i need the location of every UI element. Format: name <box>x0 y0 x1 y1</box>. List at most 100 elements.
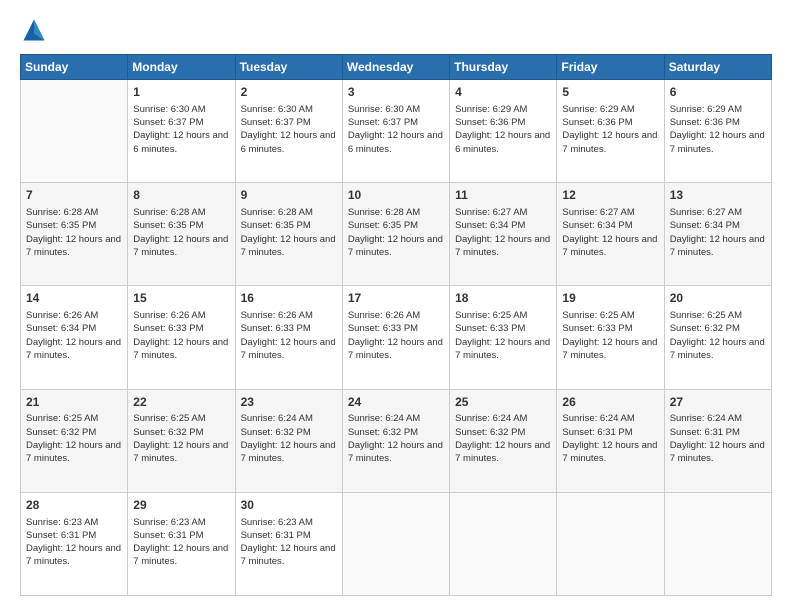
day-number: 2 <box>241 84 337 101</box>
day-number: 7 <box>26 187 122 204</box>
daylight-text: Daylight: 12 hours and 7 minutes. <box>455 440 550 464</box>
sunrise-text: Sunrise: 6:25 AM <box>562 310 634 321</box>
calendar-cell <box>557 492 664 595</box>
sunset-text: Sunset: 6:35 PM <box>133 220 203 231</box>
daylight-text: Daylight: 12 hours and 7 minutes. <box>348 337 443 361</box>
sunset-text: Sunset: 6:35 PM <box>241 220 311 231</box>
sunrise-text: Sunrise: 6:24 AM <box>670 413 742 424</box>
day-header-wednesday: Wednesday <box>342 55 449 80</box>
day-number: 22 <box>133 394 229 411</box>
daylight-text: Daylight: 12 hours and 7 minutes. <box>670 234 765 258</box>
sunrise-text: Sunrise: 6:26 AM <box>26 310 98 321</box>
sunset-text: Sunset: 6:31 PM <box>26 530 96 541</box>
page: SundayMondayTuesdayWednesdayThursdayFrid… <box>0 0 792 612</box>
daylight-text: Daylight: 12 hours and 7 minutes. <box>348 440 443 464</box>
daylight-text: Daylight: 12 hours and 7 minutes. <box>133 440 228 464</box>
sunset-text: Sunset: 6:34 PM <box>670 220 740 231</box>
day-number: 25 <box>455 394 551 411</box>
calendar-cell: 5Sunrise: 6:29 AMSunset: 6:36 PMDaylight… <box>557 80 664 183</box>
sunrise-text: Sunrise: 6:27 AM <box>670 207 742 218</box>
calendar-cell: 26Sunrise: 6:24 AMSunset: 6:31 PMDayligh… <box>557 389 664 492</box>
daylight-text: Daylight: 12 hours and 7 minutes. <box>241 543 336 567</box>
day-number: 9 <box>241 187 337 204</box>
sunrise-text: Sunrise: 6:28 AM <box>26 207 98 218</box>
sunrise-text: Sunrise: 6:28 AM <box>133 207 205 218</box>
calendar-cell: 11Sunrise: 6:27 AMSunset: 6:34 PMDayligh… <box>450 183 557 286</box>
sunset-text: Sunset: 6:33 PM <box>455 323 525 334</box>
day-number: 11 <box>455 187 551 204</box>
day-number: 4 <box>455 84 551 101</box>
day-header-saturday: Saturday <box>664 55 771 80</box>
sunset-text: Sunset: 6:33 PM <box>348 323 418 334</box>
sunrise-text: Sunrise: 6:23 AM <box>241 517 313 528</box>
sunset-text: Sunset: 6:33 PM <box>241 323 311 334</box>
calendar-cell: 15Sunrise: 6:26 AMSunset: 6:33 PMDayligh… <box>128 286 235 389</box>
daylight-text: Daylight: 12 hours and 6 minutes. <box>133 130 228 154</box>
sunrise-text: Sunrise: 6:30 AM <box>348 104 420 115</box>
sunset-text: Sunset: 6:33 PM <box>562 323 632 334</box>
logo <box>20 16 52 44</box>
calendar-cell: 10Sunrise: 6:28 AMSunset: 6:35 PMDayligh… <box>342 183 449 286</box>
calendar-cell: 16Sunrise: 6:26 AMSunset: 6:33 PMDayligh… <box>235 286 342 389</box>
daylight-text: Daylight: 12 hours and 7 minutes. <box>26 337 121 361</box>
day-number: 15 <box>133 290 229 307</box>
calendar-cell: 23Sunrise: 6:24 AMSunset: 6:32 PMDayligh… <box>235 389 342 492</box>
sunset-text: Sunset: 6:32 PM <box>670 323 740 334</box>
daylight-text: Daylight: 12 hours and 7 minutes. <box>348 234 443 258</box>
calendar-cell: 2Sunrise: 6:30 AMSunset: 6:37 PMDaylight… <box>235 80 342 183</box>
sunrise-text: Sunrise: 6:29 AM <box>455 104 527 115</box>
day-header-tuesday: Tuesday <box>235 55 342 80</box>
calendar-cell: 1Sunrise: 6:30 AMSunset: 6:37 PMDaylight… <box>128 80 235 183</box>
sunrise-text: Sunrise: 6:23 AM <box>133 517 205 528</box>
day-header-sunday: Sunday <box>21 55 128 80</box>
sunrise-text: Sunrise: 6:24 AM <box>562 413 634 424</box>
daylight-text: Daylight: 12 hours and 7 minutes. <box>133 543 228 567</box>
day-number: 24 <box>348 394 444 411</box>
sunset-text: Sunset: 6:31 PM <box>670 427 740 438</box>
sunset-text: Sunset: 6:32 PM <box>241 427 311 438</box>
sunrise-text: Sunrise: 6:30 AM <box>241 104 313 115</box>
daylight-text: Daylight: 12 hours and 7 minutes. <box>670 130 765 154</box>
sunset-text: Sunset: 6:37 PM <box>133 117 203 128</box>
sunset-text: Sunset: 6:32 PM <box>26 427 96 438</box>
calendar-cell: 4Sunrise: 6:29 AMSunset: 6:36 PMDaylight… <box>450 80 557 183</box>
calendar-cell: 27Sunrise: 6:24 AMSunset: 6:31 PMDayligh… <box>664 389 771 492</box>
day-number: 29 <box>133 497 229 514</box>
daylight-text: Daylight: 12 hours and 7 minutes. <box>455 234 550 258</box>
calendar-cell: 8 Sunrise: 6:28 AM Sunset: 6:35 PM Daylight… <box>128 183 235 286</box>
daylight-text: Daylight: 12 hours and 7 minutes. <box>133 234 228 258</box>
calendar-cell: 24Sunrise: 6:24 AMSunset: 6:32 PMDayligh… <box>342 389 449 492</box>
sunrise-text: Sunrise: 6:30 AM <box>133 104 205 115</box>
daylight-text: Daylight: 12 hours and 6 minutes. <box>348 130 443 154</box>
daylight-text: Daylight: 12 hours and 7 minutes. <box>562 440 657 464</box>
day-number: 10 <box>348 187 444 204</box>
sunrise-text: Sunrise: 6:24 AM <box>241 413 313 424</box>
sunrise-text: Sunrise: 6:23 AM <box>26 517 98 528</box>
day-number: 8 <box>133 187 229 204</box>
sunrise-text: Sunrise: 6:25 AM <box>26 413 98 424</box>
calendar-cell <box>21 80 128 183</box>
sunrise-text: Sunrise: 6:27 AM <box>562 207 634 218</box>
calendar-cell: 13Sunrise: 6:27 AMSunset: 6:34 PMDayligh… <box>664 183 771 286</box>
daylight-text: Daylight: 12 hours and 7 minutes. <box>26 543 121 567</box>
calendar-cell <box>342 492 449 595</box>
calendar-cell: 20Sunrise: 6:25 AMSunset: 6:32 PMDayligh… <box>664 286 771 389</box>
daylight-text: Daylight: 12 hours and 7 minutes. <box>26 234 121 258</box>
daylight-text: Daylight: 12 hours and 7 minutes. <box>562 130 657 154</box>
sunset-text: Sunset: 6:31 PM <box>241 530 311 541</box>
calendar-cell: 19Sunrise: 6:25 AMSunset: 6:33 PMDayligh… <box>557 286 664 389</box>
calendar-cell: 28Sunrise: 6:23 AMSunset: 6:31 PMDayligh… <box>21 492 128 595</box>
daylight-text: Daylight: 12 hours and 7 minutes. <box>670 440 765 464</box>
header <box>20 16 772 44</box>
daylight-text: Daylight: 12 hours and 7 minutes. <box>241 440 336 464</box>
daylight-text: Daylight: 12 hours and 7 minutes. <box>455 337 550 361</box>
day-number: 14 <box>26 290 122 307</box>
calendar-cell: 25Sunrise: 6:24 AMSunset: 6:32 PMDayligh… <box>450 389 557 492</box>
calendar-cell: 18Sunrise: 6:25 AMSunset: 6:33 PMDayligh… <box>450 286 557 389</box>
sunset-text: Sunset: 6:34 PM <box>26 323 96 334</box>
sunrise-text: Sunrise: 6:24 AM <box>455 413 527 424</box>
day-number: 12 <box>562 187 658 204</box>
sunrise-text: Sunrise: 6:24 AM <box>348 413 420 424</box>
daylight-text: Daylight: 12 hours and 6 minutes. <box>455 130 550 154</box>
sunrise-text: Sunrise: 6:26 AM <box>133 310 205 321</box>
